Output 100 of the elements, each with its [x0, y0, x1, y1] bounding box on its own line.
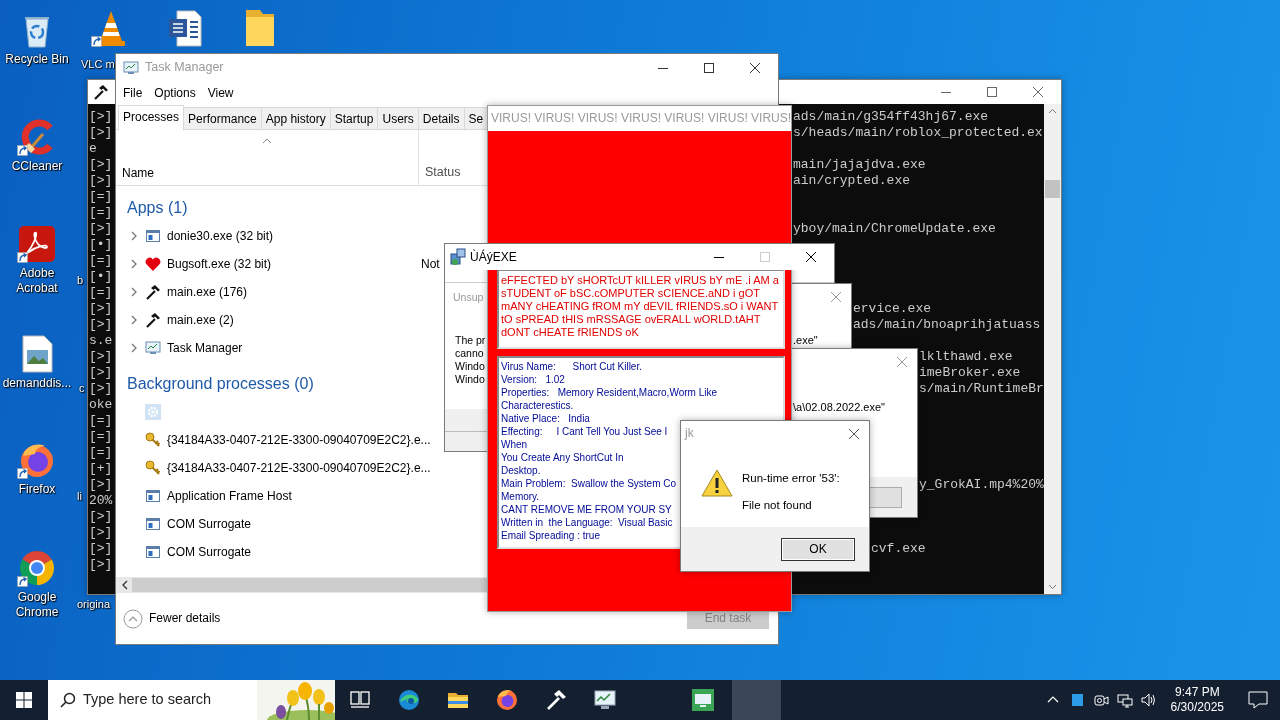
fewer-details-button[interactable]: Fewer details	[123, 608, 221, 629]
console-text: lklthawd.exe	[919, 349, 1013, 365]
tab[interactable]: Startup	[329, 106, 379, 129]
process-name: Application Frame Host	[167, 488, 293, 504]
desktop-icon-label[interactable]: VLC m	[81, 58, 115, 72]
monitor-icon	[123, 59, 139, 76]
desktop-icon-label[interactable]: c	[79, 382, 85, 396]
chevron-icon[interactable]	[129, 259, 138, 269]
search-bar[interactable]: Type here to search	[48, 680, 335, 720]
menu-item[interactable]: File	[117, 85, 149, 101]
ok-button[interactable]: OK	[781, 537, 855, 561]
monitor-icon	[592, 688, 617, 712]
maximize-icon[interactable]	[987, 87, 997, 97]
desktop-icon-label[interactable]: li	[77, 490, 82, 504]
console-text: [>]	[89, 541, 114, 557]
column-header[interactable]: Name	[122, 165, 412, 180]
desktop-icon-label[interactable]: Firefox	[18, 482, 56, 497]
browser-icon[interactable]	[17, 548, 57, 588]
console-text: s/heads/main/roblox_protected.ex	[793, 125, 1043, 141]
camera-icon[interactable]	[1092, 692, 1109, 708]
close-icon[interactable]	[806, 252, 816, 262]
close-icon[interactable]	[849, 428, 859, 439]
console-text: [>]	[89, 301, 114, 317]
detail-text: Main Problem: Swallow the System Co	[501, 477, 677, 490]
chevron-icon[interactable]	[129, 315, 138, 325]
search-icon	[60, 692, 76, 708]
menu-item[interactable]: Options	[148, 85, 202, 101]
dialog-text: The pr	[455, 333, 486, 347]
console-text: main/jajajdva.exe	[793, 157, 926, 173]
console-text: ads/main/g354ff43hj67.exe	[793, 109, 989, 125]
start-icon	[16, 692, 32, 708]
tab[interactable]: Details	[417, 106, 465, 129]
dialog-text: \a\02.08.2022.exe"	[792, 401, 885, 415]
menu-item[interactable]: View	[201, 85, 240, 101]
hammer-icon	[145, 284, 161, 300]
key-icon	[145, 432, 161, 448]
column-header[interactable]: Status	[425, 165, 461, 180]
console-text: [=]	[89, 205, 114, 221]
detail-text: Virus Name: Short Cut Killer.	[501, 360, 642, 373]
desktop-icon-label[interactable]: Adobe Acrobat	[0, 266, 74, 296]
desktop-icon-label[interactable]: demanddis...	[2, 376, 72, 391]
clock-time[interactable]: 9:47 PM	[1170, 685, 1224, 700]
desktop-icon-label[interactable]: CCleaner	[11, 159, 63, 174]
sort-caret-icon	[262, 138, 272, 144]
console-text: [>]	[89, 349, 114, 365]
dialog-text: Run-time error '53':	[742, 472, 840, 486]
detail-text: Effecting: I Cant Tell You Just See I	[501, 425, 668, 438]
detail-text: When	[501, 438, 528, 451]
tab[interactable]: Processes	[118, 105, 185, 130]
console-text: [+]	[89, 461, 114, 477]
dialog-text: .exe"	[792, 334, 818, 348]
desktop-icon-label[interactable]: Google Chrome	[0, 590, 74, 620]
notification-icon[interactable]	[1248, 691, 1268, 709]
process-name: Bugsoft.exe (32 bit)	[167, 256, 273, 272]
dialog-text: Windo	[455, 372, 485, 386]
window-icon	[145, 544, 161, 560]
monitor-icon	[690, 688, 715, 712]
window-title: jk	[685, 426, 694, 441]
console-text: [>]	[89, 381, 114, 397]
process-name: COM Surrogate	[167, 544, 253, 560]
console-text: [>]	[89, 365, 114, 381]
console-text: [=]	[89, 189, 114, 205]
process-name: main.exe (2)	[167, 312, 235, 328]
process-name: main.exe (176)	[167, 284, 249, 300]
chevron-icon[interactable]	[129, 287, 138, 297]
chevron-icon[interactable]	[129, 343, 138, 353]
console-text: [•]	[89, 237, 114, 253]
tab[interactable]: Performance	[183, 106, 262, 129]
network-icon[interactable]	[1116, 692, 1133, 708]
window-title: VIRUS! VIRUS! VIRUS! VIRUS! VIRUS! VIRUS! VIRUS!	[488, 106, 791, 131]
arrow-left-icon[interactable]	[121, 580, 129, 590]
console-text: y_GrokAI.mp4%20%	[919, 477, 1044, 493]
console-text: [>]	[89, 525, 114, 541]
gear-icon	[145, 404, 161, 420]
search-input[interactable]: Type here to search	[76, 691, 257, 709]
desktop-icon-label[interactable]: b	[77, 274, 84, 288]
chevron-icon[interactable]	[129, 231, 138, 241]
desktop-icon-label[interactable]: Recycle Bin	[5, 52, 69, 67]
warning-icon	[701, 468, 733, 498]
tab[interactable]: App history	[260, 106, 331, 129]
clock-date[interactable]: 6/30/2025	[1170, 700, 1224, 715]
maximize-icon[interactable]	[704, 62, 714, 73]
console-text: ain/crypted.exe	[793, 173, 911, 189]
window-icon	[145, 488, 161, 504]
dialog-text: Windo	[455, 359, 485, 373]
window-icon	[145, 228, 161, 244]
console-text: [=]	[89, 285, 114, 301]
volume-icon[interactable]	[1140, 692, 1157, 708]
scrollbar[interactable]	[1044, 104, 1061, 594]
scrollbar-thumb[interactable]	[1045, 180, 1060, 198]
console-text: 20%	[89, 493, 114, 509]
detail-text: Written in the Language: Visual Basic	[501, 516, 673, 529]
desktop-icon-label[interactable]: origina	[77, 598, 111, 612]
console-text: [>]	[89, 221, 114, 237]
close-icon[interactable]	[750, 62, 760, 73]
process-name: Task Manager	[167, 340, 244, 356]
document-icon[interactable]	[17, 224, 57, 264]
process-name: donie30.exe (32 bit)	[167, 228, 275, 244]
tab[interactable]: Users	[377, 106, 419, 129]
installer-icon	[449, 248, 467, 266]
